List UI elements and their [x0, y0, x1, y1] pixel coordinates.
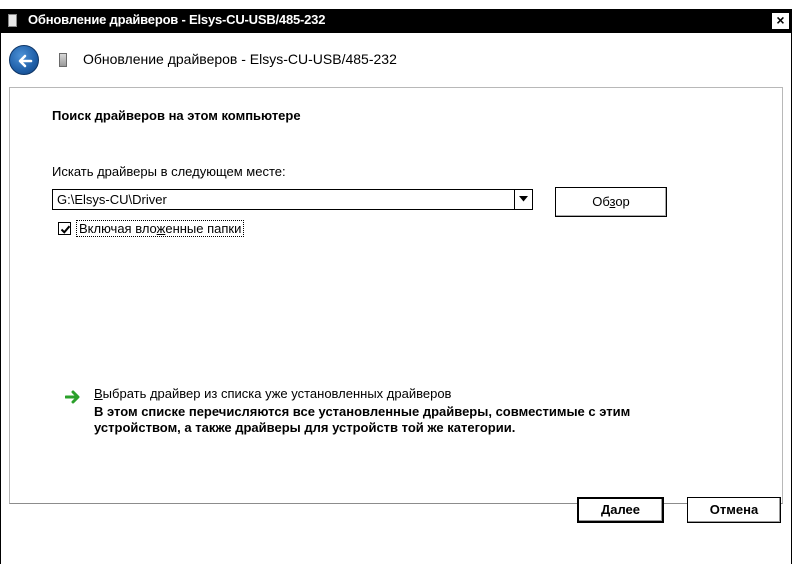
close-button[interactable]: ×: [772, 13, 789, 29]
include-subfolders-label-pre: Включая вло: [79, 221, 157, 236]
next-button[interactable]: Далее: [577, 497, 664, 523]
browse-label-post: ор: [615, 194, 630, 209]
wizard-content: Поиск драйверов на этом компьютере Искат…: [9, 87, 783, 504]
next-label-rest: алее: [610, 502, 641, 517]
cancel-button[interactable]: Отмена: [687, 497, 781, 523]
path-label: Искать драйверы в следующем месте:: [52, 164, 286, 179]
pick-driver-description: В этом списке перечисляются все установл…: [94, 404, 631, 435]
usb-device-icon: [59, 53, 67, 67]
pick-link-text: ыбрать драйвер из списка уже установленн…: [102, 386, 452, 401]
back-arrow-icon: [18, 54, 33, 68]
path-value[interactable]: G:\Elsys-CU\Driver: [57, 192, 167, 207]
browse-button[interactable]: Обзор: [555, 187, 667, 217]
include-subfolders-label-post: енные папки: [165, 221, 242, 236]
combo-dropdown-button[interactable]: [514, 190, 532, 209]
section-title: Поиск драйверов на этом компьютере: [52, 108, 301, 123]
pick-link-accel: В: [94, 386, 103, 401]
back-button[interactable]: [9, 45, 39, 75]
include-subfolders-label[interactable]: Включая вложенные папки: [76, 220, 245, 237]
wizard-title: Обновление драйверов - Elsys-CU-USB/485-…: [83, 51, 397, 67]
window-titlebar: Обновление драйверов - Elsys-CU-USB/485-…: [0, 9, 792, 33]
include-subfolders-checkbox[interactable]: [58, 222, 71, 235]
wizard-header: Обновление драйверов - Elsys-CU-USB/485-…: [1, 33, 791, 87]
next-label-accel: Д: [600, 502, 611, 517]
browse-label-pre: Об: [592, 194, 610, 209]
pick-driver-link[interactable]: Выбрать драйвер из списка уже установлен…: [94, 386, 451, 401]
dialog-frame: Обновление драйверов - Elsys-CU-USB/485-…: [0, 33, 792, 564]
green-arrow-icon: [65, 390, 80, 404]
checkmark-icon: [60, 225, 71, 234]
chevron-down-icon: [519, 196, 528, 202]
usb-device-icon: [8, 14, 17, 27]
window-title: Обновление драйверов - Elsys-CU-USB/485-…: [28, 12, 326, 27]
path-combobox[interactable]: G:\Elsys-CU\Driver: [52, 189, 533, 210]
